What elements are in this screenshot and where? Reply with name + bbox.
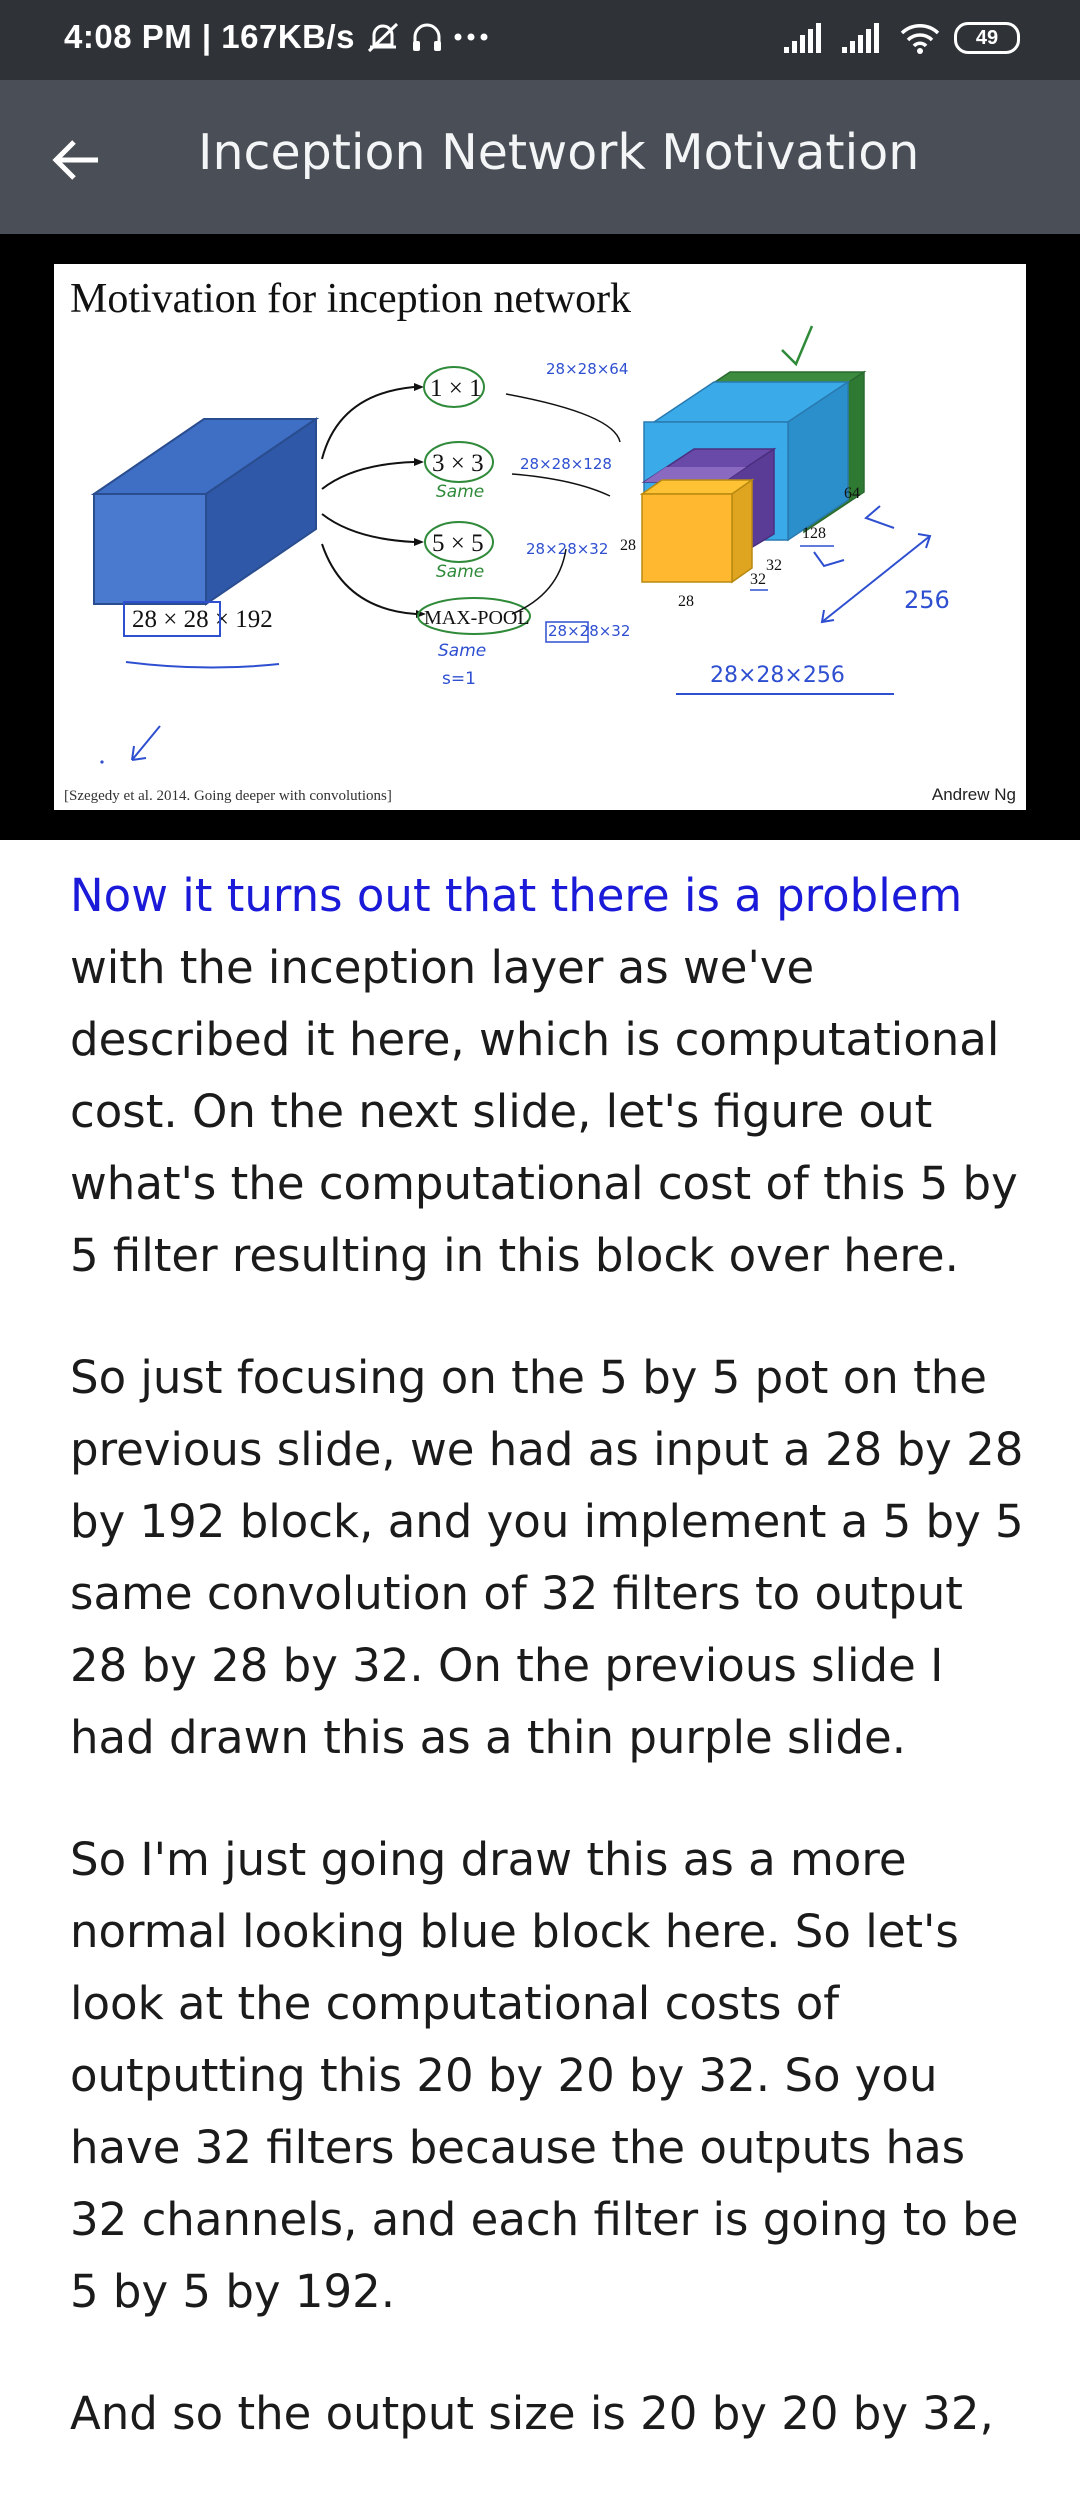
transcript-text[interactable]: with the inception layer as we've descri… bbox=[70, 941, 1018, 1282]
status-left: 4:08 PM | 167KB/s bbox=[64, 18, 489, 56]
battery-indicator: 49 bbox=[954, 22, 1020, 54]
status-right: 49 bbox=[784, 22, 1020, 54]
headset-icon bbox=[413, 23, 442, 51]
lecture-slide: Motivation for inception network 28 × 28… bbox=[54, 264, 1026, 810]
filter-1x1: 1 × 1 bbox=[430, 375, 482, 402]
wifi-icon bbox=[900, 24, 940, 54]
note-stride: s=1 bbox=[442, 669, 476, 689]
transcript: Now it turns out that there is a problem… bbox=[70, 860, 1030, 2500]
dim-128: 128 bbox=[802, 525, 826, 542]
signal-icon bbox=[784, 23, 821, 53]
transcript-paragraph-1: Now it turns out that there is a problem… bbox=[70, 860, 1030, 1292]
dim-64: 64 bbox=[844, 485, 860, 502]
note-5x5: 28×28×32 bbox=[526, 540, 608, 558]
input-dims: 28 × 28 × 192 bbox=[132, 606, 273, 633]
signal-icon-2 bbox=[842, 23, 879, 53]
status-time-speed: 4:08 PM | 167KB/s bbox=[64, 18, 356, 55]
note-1x1: 28×28×64 bbox=[546, 360, 628, 378]
mute-bell-icon bbox=[367, 22, 399, 53]
note-3x3: 28×28×128 bbox=[520, 455, 612, 473]
note-same-5x5: Same bbox=[436, 562, 484, 582]
filter-5x5: 5 × 5 bbox=[432, 530, 484, 557]
slide-citation: [Szegedy et al. 2014. Going deeper with … bbox=[64, 788, 392, 804]
note-256: 256 bbox=[904, 586, 950, 614]
back-button[interactable] bbox=[40, 124, 112, 196]
arrow-back-icon bbox=[52, 140, 98, 180]
dim-28-side: 28 bbox=[620, 537, 636, 554]
filter-3x3: 3 × 3 bbox=[432, 450, 484, 477]
dim-28-bottom: 28 bbox=[678, 593, 694, 610]
dim-32-b: 32 bbox=[750, 571, 766, 588]
note-pool: 28×28×32 bbox=[548, 622, 630, 640]
video-player[interactable]: Motivation for inception network 28 × 28… bbox=[0, 234, 1080, 840]
note-same-pool: Same bbox=[438, 641, 486, 661]
slide-author: Andrew Ng bbox=[932, 785, 1016, 804]
battery-level: 49 bbox=[975, 26, 999, 49]
note-same-3x3: Same bbox=[436, 482, 484, 502]
page-title: Inception Network Motivation bbox=[198, 124, 920, 181]
slide-diagram: Motivation for inception network 28 × 28… bbox=[64, 276, 1016, 804]
transcript-current-phrase[interactable]: Now it turns out that there is a problem bbox=[70, 869, 962, 922]
max-pool-label: MAX-POOL bbox=[424, 607, 530, 629]
transcript-paragraph-3[interactable]: So I'm just going draw this as a more no… bbox=[70, 1824, 1030, 2328]
slide-title: Motivation for inception network bbox=[70, 276, 631, 322]
transcript-paragraph-2[interactable]: So just focusing on the 5 by 5 pot on th… bbox=[70, 1342, 1030, 1774]
dim-32-a: 32 bbox=[766, 557, 782, 574]
note-output-dims: 28×28×256 bbox=[710, 663, 845, 688]
transcript-paragraph-4[interactable]: And so the output size is 20 by 20 by 32… bbox=[70, 2378, 1030, 2450]
status-bar: 4:08 PM | 167KB/s 49 bbox=[0, 0, 1080, 80]
app-bar: Inception Network Motivation bbox=[0, 80, 1080, 234]
more-notifications-icon bbox=[454, 33, 488, 41]
